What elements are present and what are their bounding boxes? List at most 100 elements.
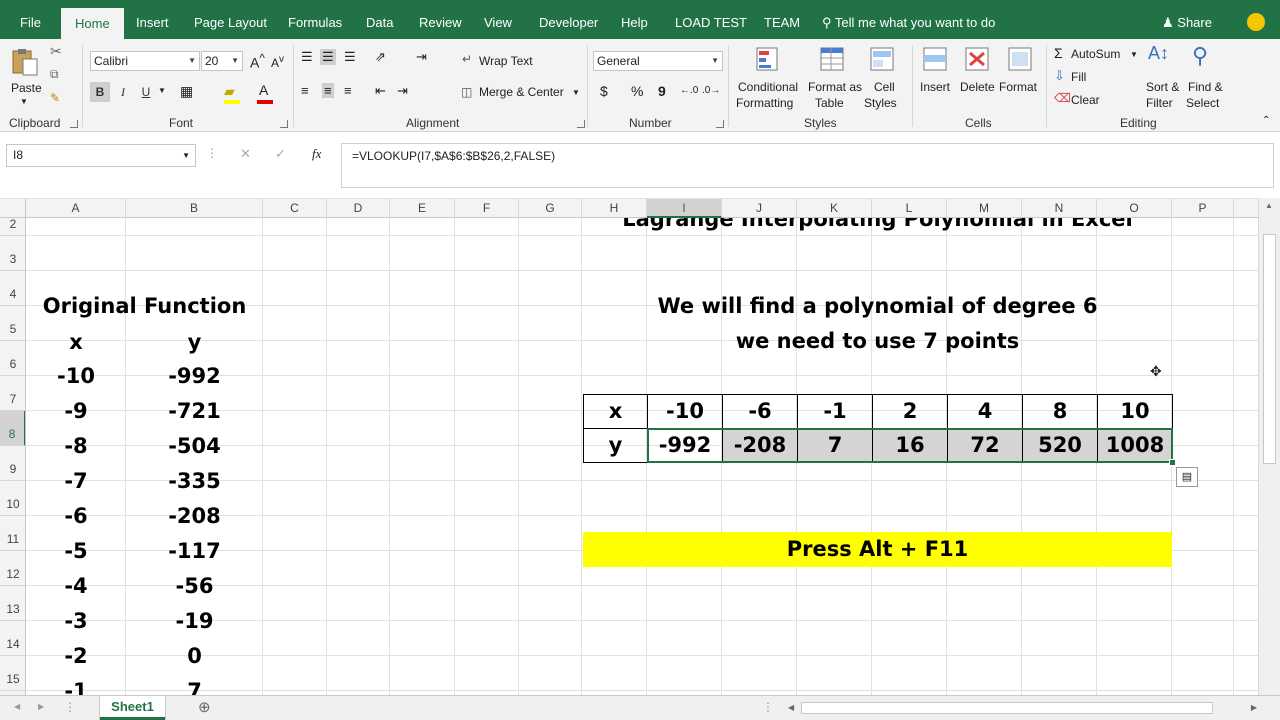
- tab-load-test[interactable]: LOAD TEST: [675, 0, 747, 39]
- orig-y-cell[interactable]: -19: [126, 604, 263, 639]
- wrap-text-button[interactable]: Wrap Text: [479, 54, 533, 68]
- point-y-cell[interactable]: -992: [647, 428, 723, 463]
- row-header-12[interactable]: 12: [0, 551, 25, 586]
- tab-data[interactable]: Data: [366, 0, 393, 39]
- column-header-l[interactable]: L: [872, 199, 947, 218]
- note-line-2[interactable]: we need to use 7 points: [583, 324, 1172, 358]
- clipboard-launcher-icon[interactable]: [70, 120, 78, 128]
- orig-x-cell[interactable]: -4: [26, 569, 126, 604]
- enter-check-icon[interactable]: ✓: [275, 146, 286, 162]
- column-header-i[interactable]: I: [647, 199, 722, 218]
- next-sheet-icon[interactable]: ▶: [38, 702, 44, 711]
- number-format-select[interactable]: General ▼: [593, 51, 723, 71]
- find-select-icon[interactable]: ⚲: [1192, 43, 1208, 69]
- font-launcher-icon[interactable]: [280, 120, 288, 128]
- row-header-7[interactable]: 7: [0, 376, 25, 411]
- orig-x-cell[interactable]: -8: [26, 429, 126, 464]
- row-header-11[interactable]: 11: [0, 516, 25, 551]
- tab-help[interactable]: Help: [621, 0, 648, 39]
- fill-color-icon[interactable]: ▰: [224, 83, 235, 100]
- column-header-k[interactable]: K: [797, 199, 872, 218]
- orig-y-cell[interactable]: -208: [126, 499, 263, 534]
- fill-down-icon[interactable]: ⇩: [1054, 68, 1065, 84]
- copy-icon[interactable]: ⧉: [50, 67, 59, 82]
- tab-review[interactable]: Review: [419, 0, 462, 39]
- align-left-icon[interactable]: ≡: [301, 83, 309, 98]
- font-color-icon[interactable]: A: [259, 82, 268, 98]
- conditional-formatting-icon[interactable]: [754, 45, 784, 75]
- shrink-font-icon[interactable]: Av: [271, 54, 284, 70]
- comma-button[interactable]: 9: [658, 83, 666, 99]
- formula-input[interactable]: =VLOOKUP(I7,$A$6:$B$26,2,FALSE): [341, 143, 1274, 188]
- cell-styles-label-1[interactable]: Cell: [874, 80, 895, 94]
- scroll-up-icon[interactable]: ▲: [1265, 201, 1273, 210]
- find-select-label-1[interactable]: Find &: [1188, 80, 1223, 94]
- orig-y-cell[interactable]: 7: [126, 674, 263, 695]
- point-x-cell[interactable]: 8: [1022, 394, 1098, 429]
- point-y-cell[interactable]: 7: [797, 428, 873, 463]
- clear-button[interactable]: Clear: [1071, 93, 1100, 107]
- insert-cells-label[interactable]: Insert: [920, 80, 950, 94]
- row-header-3[interactable]: 3: [0, 236, 25, 271]
- orig-x-cell[interactable]: -3: [26, 604, 126, 639]
- delete-cells-label[interactable]: Delete: [960, 80, 995, 94]
- vertical-scrollbar[interactable]: ▲: [1258, 198, 1280, 695]
- horizontal-scroll-thumb[interactable]: [801, 702, 1213, 714]
- fill-handle[interactable]: [1169, 459, 1176, 466]
- orig-y-cell[interactable]: -335: [126, 464, 263, 499]
- column-header-f[interactable]: F: [455, 199, 519, 218]
- sheet-tab-sheet1[interactable]: Sheet1: [100, 696, 165, 720]
- paste-chevron-down-icon[interactable]: ▼: [20, 97, 28, 106]
- find-select-label-2[interactable]: Select: [1186, 96, 1219, 110]
- row-header-9[interactable]: 9: [0, 446, 25, 481]
- orig-y-cell[interactable]: -504: [126, 429, 263, 464]
- underline-button[interactable]: U: [136, 82, 156, 102]
- row-header-4[interactable]: 4: [0, 271, 25, 306]
- align-right-icon[interactable]: ≡: [344, 83, 352, 98]
- fill-button[interactable]: Fill: [1071, 70, 1086, 84]
- cell-styles-icon[interactable]: [868, 45, 898, 75]
- orig-x-cell[interactable]: -2: [26, 639, 126, 674]
- add-sheet-icon[interactable]: ⊕: [198, 698, 211, 716]
- original-function-header[interactable]: Original Function: [26, 289, 263, 323]
- select-all-corner[interactable]: [0, 199, 26, 218]
- format-cells-label[interactable]: Format: [999, 80, 1037, 94]
- orig-y-cell[interactable]: -117: [126, 534, 263, 569]
- format-as-table-icon[interactable]: [818, 45, 848, 75]
- column-header-h[interactable]: H: [582, 199, 647, 218]
- orig-x-cell[interactable]: -10: [26, 359, 126, 394]
- vertical-scroll-thumb[interactable]: [1263, 234, 1276, 464]
- tab-team[interactable]: TEAM: [764, 0, 800, 39]
- points-y-label[interactable]: y: [583, 428, 648, 463]
- align-center-icon[interactable]: ≡: [322, 83, 334, 98]
- column-header-b[interactable]: B: [126, 199, 263, 218]
- column-header-a[interactable]: A: [26, 199, 126, 218]
- note-line-1[interactable]: We will find a polynomial of degree 6: [583, 289, 1172, 323]
- eraser-icon[interactable]: ⌫: [1054, 91, 1071, 105]
- share-button[interactable]: ♟ Share: [1162, 0, 1212, 39]
- column-header-o[interactable]: O: [1097, 199, 1172, 218]
- quick-analysis-icon[interactable]: ▤: [1176, 467, 1198, 487]
- row-header-15[interactable]: 15: [0, 656, 25, 691]
- column-header-j[interactable]: J: [722, 199, 797, 218]
- format-cells-icon[interactable]: [1005, 45, 1035, 75]
- column-header-d[interactable]: D: [327, 199, 390, 218]
- italic-button[interactable]: I: [113, 82, 133, 102]
- orig-y-header[interactable]: y: [126, 325, 263, 359]
- point-x-cell[interactable]: -1: [797, 394, 873, 429]
- insert-function-button[interactable]: fx: [312, 146, 321, 162]
- chevron-down-icon[interactable]: ▼: [1130, 50, 1138, 59]
- format-as-table-label-1[interactable]: Format as: [808, 80, 862, 94]
- font-size-select[interactable]: 20 ▼: [201, 51, 243, 71]
- wrap-text-icon[interactable]: ↵: [462, 52, 472, 66]
- sheet-title-cell[interactable]: Lagrange Interpolating Polynomial in Exc…: [583, 218, 1172, 232]
- row-header-2[interactable]: 2: [0, 218, 25, 236]
- sort-filter-icon[interactable]: A↕: [1148, 43, 1169, 64]
- row-header-14[interactable]: 14: [0, 621, 25, 656]
- autosum-icon[interactable]: Σ: [1054, 45, 1063, 61]
- column-header-n[interactable]: N: [1022, 199, 1097, 218]
- alignment-launcher-icon[interactable]: [577, 120, 585, 128]
- format-as-table-label-2[interactable]: Table: [815, 96, 844, 110]
- increase-decimal-icon[interactable]: ←.0: [680, 85, 698, 96]
- row-header-13[interactable]: 13: [0, 586, 25, 621]
